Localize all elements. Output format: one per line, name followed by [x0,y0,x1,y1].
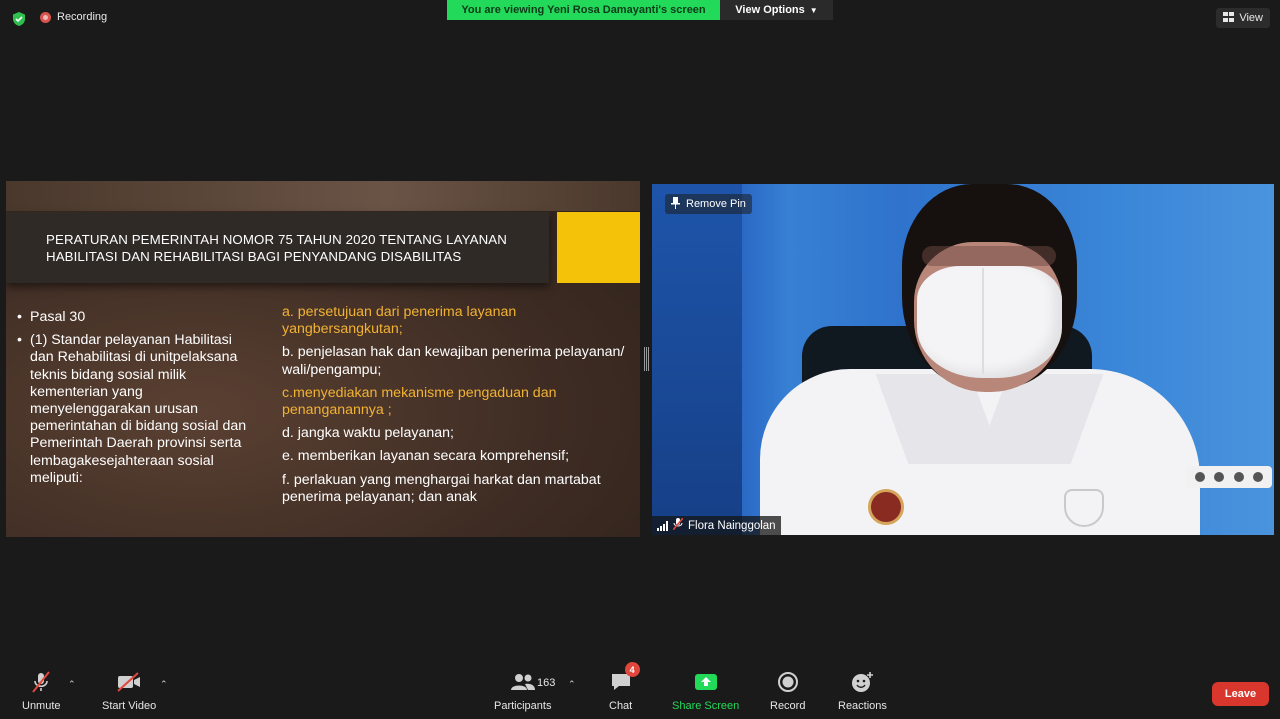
share-screen-label: Share Screen [672,700,740,712]
unmute-button[interactable]: Unmute [22,664,61,712]
list-item: f. perlakuan yang menghargai harkat dan … [282,471,601,505]
grid-icon [1223,11,1235,25]
muted-mic-icon [672,517,684,533]
view-options-label: View Options [735,4,805,16]
chat-label: Chat [609,700,633,712]
view-button[interactable]: View [1216,8,1270,28]
reactions-button[interactable]: Reactions [838,664,887,712]
video-off-icon [116,664,142,700]
participant-name: Flora Nainggolan [688,519,776,532]
shared-screen-slide: PERATURAN PEMERINTAH NOMOR 75 TAHUN 2020… [6,181,640,537]
video-options-chevron-icon[interactable]: ⌃ [160,679,168,690]
participant-name-tag: Flora Nainggolan [652,516,781,535]
chat-icon: 4 [610,662,640,700]
list-item: c.menyediakan mekanisme pengaduan dan pe… [282,384,557,419]
remove-pin-button[interactable]: Remove Pin [665,194,752,214]
pin-icon [671,196,680,212]
recording-label: Recording [57,11,108,23]
participants-icon [510,664,536,700]
record-button[interactable]: Record [770,664,805,712]
share-screen-icon [694,664,718,700]
viewing-screen-banner: You are viewing Yeni Rosa Damayanti's sc… [447,0,720,20]
start-video-label: Start Video [102,700,157,712]
leave-button[interactable]: Leave [1212,682,1269,706]
slide-accent-block [557,212,640,283]
chat-unread-badge: 4 [624,662,640,677]
slide-title: PERATURAN PEMERINTAH NOMOR 75 TAHUN 2020… [46,231,507,264]
audio-options-chevron-icon[interactable]: ⌃ [68,679,76,690]
slide-right-column: a. persetujuan dari penerima layanan yan… [282,304,632,512]
record-icon [777,664,799,700]
list-item: d. jangka waktu pelayanan; [282,425,454,442]
chat-button[interactable]: 4 Chat [609,662,640,712]
recording-indicator[interactable]: Recording [40,11,107,23]
start-video-button[interactable]: Start Video [102,664,156,712]
uniform-badge [868,489,904,525]
recording-icon [40,11,51,23]
slide-header-strip [6,181,640,211]
wall-socket [1186,466,1272,488]
share-screen-button[interactable]: Share Screen [672,664,739,712]
view-options-button[interactable]: View Options ▼ [720,0,833,20]
list-item: a. persetujuan dari penerima layanan yan… [282,304,517,338]
signal-strength-icon [657,520,668,531]
security-shield-icon[interactable] [11,11,27,27]
face-mask [917,266,1062,378]
participants-count: 163 [537,677,556,689]
record-label: Record [770,700,806,712]
list-item: • Pasal 30 [17,309,86,325]
list-item: e. memberikan layanan secara komprehensi… [282,448,570,465]
split-view-handle[interactable] [644,347,649,371]
muted-mic-icon [30,664,52,700]
chevron-down-icon: ▼ [809,5,818,15]
unmute-label: Unmute [22,700,61,712]
pinned-participant-video[interactable] [652,184,1274,535]
participants-label: Participants [494,700,552,712]
reactions-label: Reactions [838,700,887,712]
slide-title-box: PERATURAN PEMERINTAH NOMOR 75 TAHUN 2020… [6,212,549,283]
view-label: View [1239,12,1263,24]
slide-left-column: • Pasal 30 • (1) Standar pelayanan Habilit… [17,309,247,493]
list-item: b. penjelasan hak dan kewajiban penerima… [282,344,625,378]
remove-pin-label: Remove Pin [686,198,746,210]
meeting-toolbar: Unmute ⌃ Start Video ⌃ Participants 163 … [0,662,1280,719]
smiley-icon [850,664,874,700]
list-item: • (1) Standar pelayanan Habilitasi dan Re… [17,332,247,486]
participants-options-chevron-icon[interactable]: ⌃ [568,679,576,690]
